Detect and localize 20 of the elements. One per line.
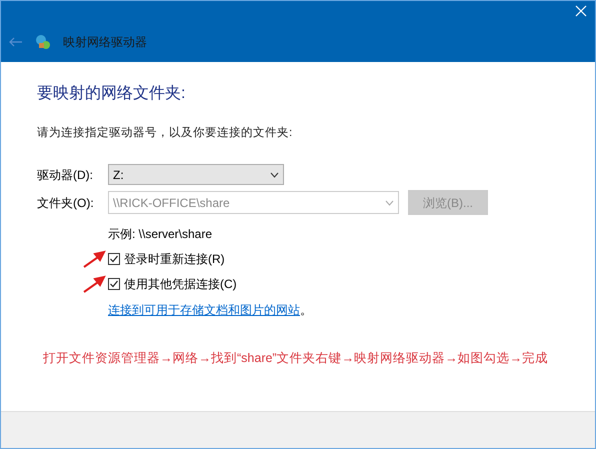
arrow-icon (83, 250, 107, 268)
folder-label: 文件夹(O): (37, 194, 95, 212)
link-period: 。 (300, 302, 312, 320)
checkbox[interactable] (108, 253, 120, 266)
annotation-text: 打开文件资源管理器→网络→找到“share”文件夹右键→映射网络驱动器→如图勾选→完成 (43, 350, 550, 368)
drive-label: 驱动器(D): (37, 166, 94, 184)
checkbox-option[interactable]: 登录时重新连接(R) (108, 250, 225, 268)
arrow-icon (83, 275, 107, 294)
chevron-down-icon (270, 172, 279, 178)
checkbox-option[interactable]: 使用其他凭据连接(C) (108, 275, 237, 294)
close-icon[interactable] (575, 5, 587, 17)
drive-dropdown[interactable]: Z: (108, 164, 284, 186)
heading: 要映射的网络文件夹: (37, 84, 186, 104)
chevron-down-icon (385, 200, 394, 206)
instruction-text: 请为连接指定驱动器号，以及你要连接的文件夹: (37, 126, 294, 141)
window-title: 映射网络驱动器 (63, 34, 147, 51)
network-drive-icon (35, 34, 51, 50)
checkbox[interactable] (108, 278, 120, 290)
example-text: 示例: \\server\share (108, 226, 214, 244)
website-link[interactable]: 连接到可用于存储文档和图片的网站 (108, 301, 300, 320)
